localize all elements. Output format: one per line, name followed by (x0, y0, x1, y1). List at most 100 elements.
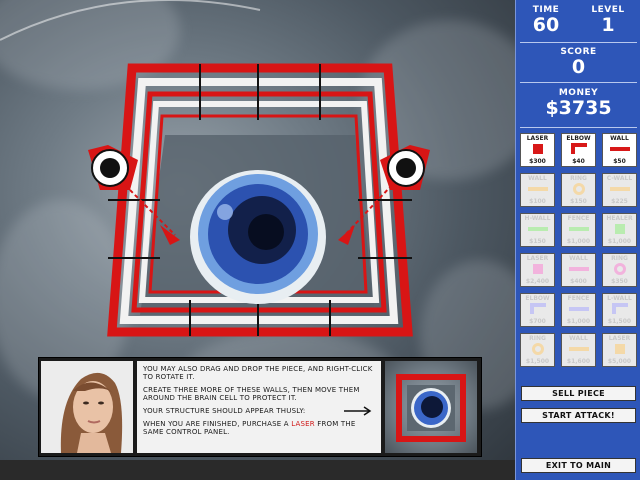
structure-preview (385, 361, 477, 453)
shop-item-hwall[interactable]: H-WALL $150 (520, 213, 555, 247)
shop-item-price: $1,500 (525, 358, 550, 365)
shop-item-name: ELBOW (566, 135, 591, 142)
brain-cell[interactable] (190, 170, 326, 304)
shop-item-lwall[interactable]: L-WALL $1,500 (602, 293, 637, 327)
shop-item-name: LASER (526, 135, 549, 142)
divider (520, 82, 637, 83)
shop-item-price: $700 (529, 318, 546, 325)
shop-item-wall[interactable]: WALL $100 (520, 173, 555, 207)
shop-item-wall[interactable]: WALL $400 (561, 253, 596, 287)
shop-item-laser[interactable]: LASER $2,400 (520, 253, 555, 287)
shop-item-name: C-WALL (606, 175, 633, 182)
shop-item-name: ELBOW (525, 295, 550, 302)
score-value: 0 (571, 56, 586, 78)
healer-icon (614, 224, 625, 234)
ring-icon (572, 183, 585, 195)
wall-icon (568, 347, 589, 351)
shop-item-wall[interactable]: WALL $1,600 (561, 333, 596, 367)
shop-item-name: RING (570, 175, 587, 182)
tutorial-line: YOU MAY ALSO DRAG AND DROP THE PIECE, AN… (143, 365, 373, 381)
fence-icon (568, 307, 589, 311)
arrow-right-icon (344, 406, 372, 416)
shop-item-name: HEALER (606, 215, 633, 222)
shop-item-fence[interactable]: FENCE $1,000 (561, 293, 596, 327)
shop-item-price: $50 (613, 158, 626, 165)
money-display: MONEY $3735 (516, 88, 640, 118)
shop-item-price: $225 (611, 198, 628, 205)
wall-icon (527, 187, 548, 191)
shop-item-elbow[interactable]: ELBOW $700 (520, 293, 555, 327)
divider (520, 127, 637, 128)
money-value: $3735 (545, 97, 612, 119)
shop-item-laser[interactable]: LASER $300 (520, 133, 555, 167)
level-value: 1 (601, 14, 615, 36)
l-wall-icon (611, 303, 628, 314)
shop-item-price: $100 (529, 198, 546, 205)
laser-icon (532, 264, 543, 274)
shop-item-price: $1,000 (566, 238, 591, 245)
shop-item-name: LASER (526, 255, 549, 262)
c-wall-icon (609, 187, 630, 191)
shop-item-ring[interactable]: RING $150 (561, 173, 596, 207)
time-value: 60 (532, 14, 560, 36)
laser-icon (614, 344, 625, 354)
shop-item-cwall[interactable]: C-WALL $225 (602, 173, 637, 207)
shop-item-price: $1,500 (607, 318, 632, 325)
shop-item-price: $1,600 (566, 358, 591, 365)
ring-icon (613, 263, 626, 275)
shop-item-laser[interactable]: LASER $5,000 (602, 333, 637, 367)
shop-item-name: LASER (608, 335, 631, 342)
shop-item-name: RING (611, 255, 628, 262)
shop-item-ring[interactable]: RING $1,500 (520, 333, 555, 367)
divider (520, 42, 637, 43)
shop-item-name: H-WALL (524, 215, 551, 222)
shop-item-ring[interactable]: RING $350 (602, 253, 637, 287)
shop-item-name: WALL (610, 135, 629, 142)
tutorial-line-text: WHEN YOU ARE FINISHED, PURCHASE A (143, 420, 292, 428)
level-display: LEVEL 1 (586, 5, 630, 35)
shop-item-price: $2,400 (525, 278, 550, 285)
shop-item-name: RING (529, 335, 546, 342)
score-display: SCORE 0 (516, 47, 640, 77)
tutorial-line: WHEN YOU ARE FINISHED, PURCHASE A LASER … (143, 420, 375, 436)
fence-icon (568, 227, 589, 231)
start-attack-button[interactable]: START ATTACK! (521, 408, 636, 423)
shop-item-price: $350 (611, 278, 628, 285)
wall-icon (609, 147, 630, 151)
shop-item-price: $40 (572, 158, 585, 165)
shop-item-name: WALL (569, 255, 588, 262)
exit-to-main-button[interactable]: EXIT TO MAIN (521, 458, 636, 473)
laser-icon (532, 144, 543, 154)
tutorial-line-text: YOUR STRUCTURE SHOULD APPEAR THUSLY: (143, 407, 306, 415)
shop-item-name: WALL (569, 335, 588, 342)
structure-preview-graphic (396, 374, 466, 442)
shop-item-price: $150 (529, 238, 546, 245)
time-display: TIME 60 (526, 5, 566, 35)
shop-item-price: $5,000 (607, 358, 632, 365)
shop-item-price: $150 (570, 198, 587, 205)
shop-item-price: $400 (570, 278, 587, 285)
advisor-portrait (41, 361, 133, 453)
shop-item-name: FENCE (567, 215, 590, 222)
bottom-bar (0, 460, 515, 480)
shop-item-elbow[interactable]: ELBOW $40 (561, 133, 596, 167)
shop-item-fence[interactable]: FENCE $1,000 (561, 213, 596, 247)
sell-piece-button[interactable]: SELL PIECE (521, 386, 636, 401)
tutorial-dialog: YOU MAY ALSO DRAG AND DROP THE PIECE, AN… (38, 357, 482, 457)
wall-icon (568, 267, 589, 271)
shop-item-healer[interactable]: HEALER $1,000 (602, 213, 637, 247)
elbow-icon (570, 143, 587, 154)
h-wall-icon (527, 227, 548, 231)
shop-item-wall[interactable]: WALL $50 (602, 133, 637, 167)
laser-highlight: LASER (291, 420, 315, 428)
shop-item-name: FENCE (567, 295, 590, 302)
advisor-face-icon (41, 361, 133, 453)
shop-item-price: $300 (529, 158, 546, 165)
control-panel: TIME 60 LEVEL 1 SCORE 0 MONEY $3735 LASE… (515, 0, 640, 480)
shop-item-price: $1,000 (607, 238, 632, 245)
shop-item-name: WALL (528, 175, 547, 182)
shop-item-price: $1,000 (566, 318, 591, 325)
tutorial-line: YOUR STRUCTURE SHOULD APPEAR THUSLY: (143, 406, 375, 416)
elbow-icon (529, 303, 546, 314)
tutorial-text: YOU MAY ALSO DRAG AND DROP THE PIECE, AN… (137, 361, 381, 453)
